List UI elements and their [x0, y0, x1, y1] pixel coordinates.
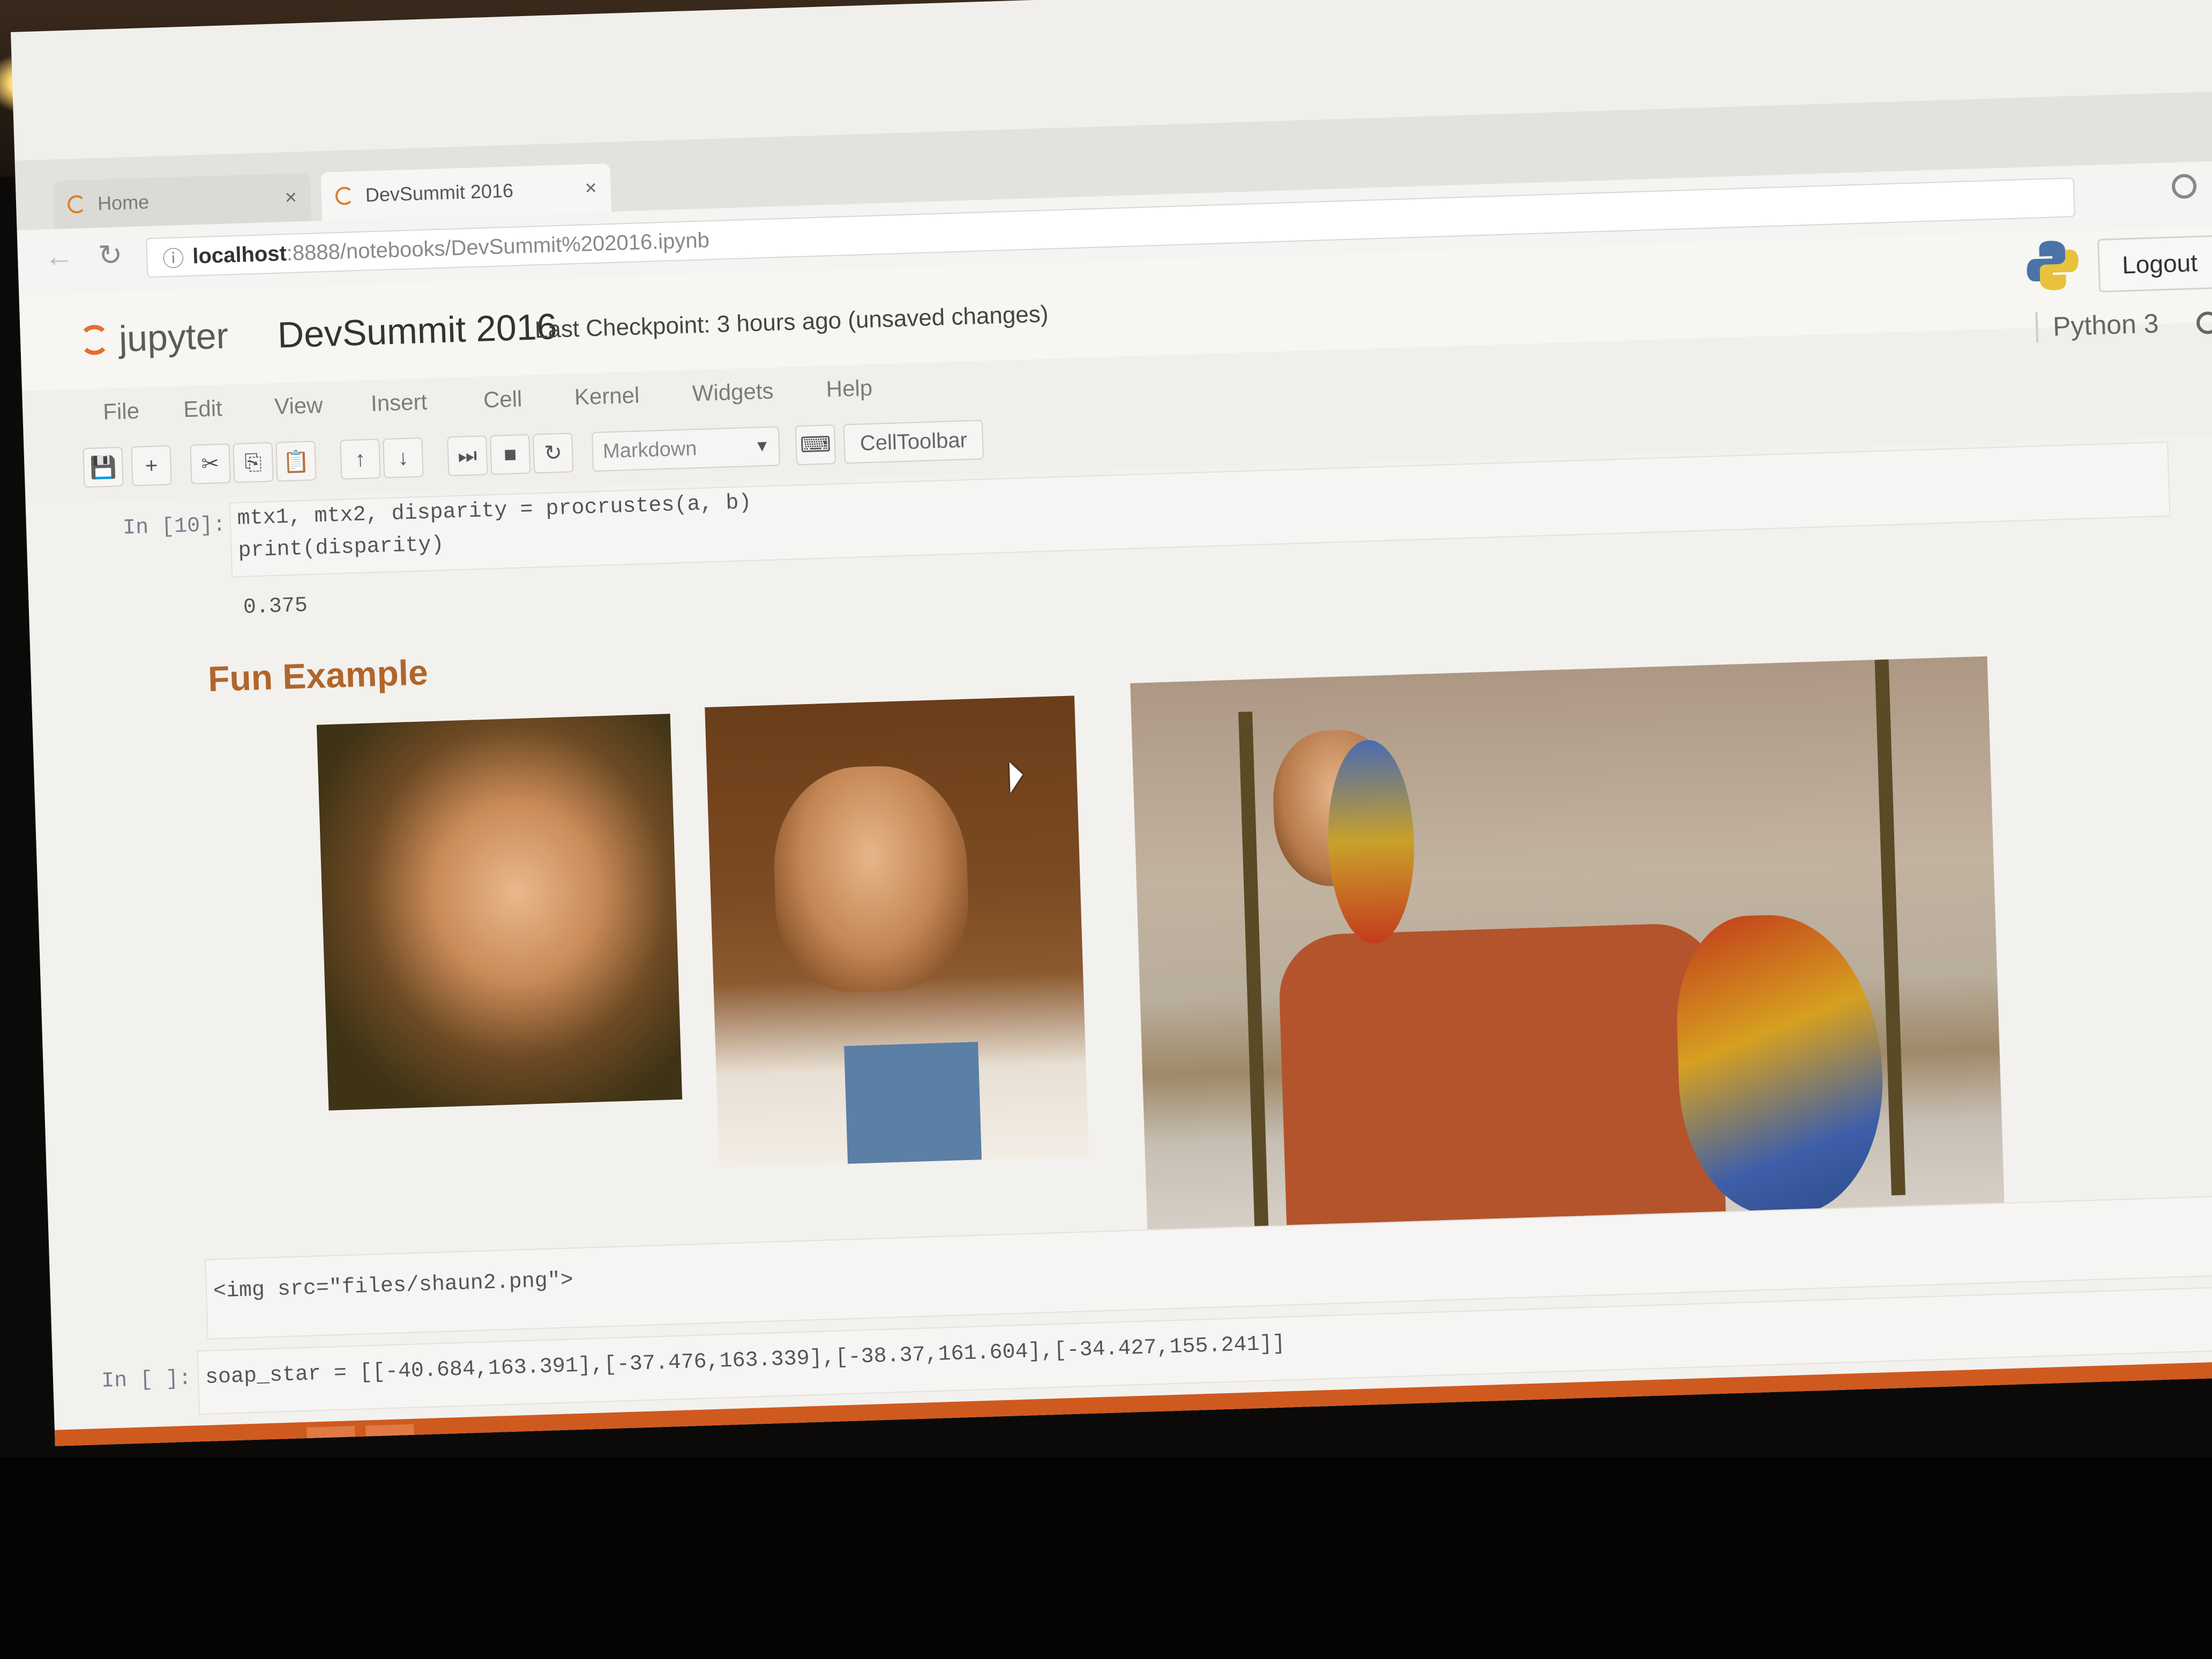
parrot-arm — [1673, 911, 1887, 1219]
restart-icon[interactable]: ↻ — [533, 432, 574, 474]
person-torso — [1277, 922, 1727, 1258]
celltoolbar-button[interactable]: CellToolbar — [843, 420, 984, 464]
info-icon: ⓘ — [162, 247, 185, 272]
notifications-icon[interactable]: ▤ — [2160, 1377, 2186, 1409]
menu-insert[interactable]: Insert — [370, 389, 428, 416]
network-icon[interactable]: ⊡ — [2026, 1381, 2050, 1413]
chevron-up-icon[interactable]: ^ — [1892, 1386, 1905, 1417]
cell-type-value: Markdown — [602, 437, 697, 463]
python-logo-icon — [2027, 241, 2079, 290]
kernel-status-icon — [2196, 311, 2212, 335]
keyboard-icon[interactable]: ⌨ — [795, 424, 836, 466]
portrait-photo-2 — [705, 696, 1089, 1168]
tab-devsummit-label: DevSummit 2016 — [365, 179, 514, 206]
jupyter-logo[interactable]: jupyter — [79, 315, 229, 362]
move-down-icon[interactable]: ↓ — [383, 437, 424, 479]
cell-1-prompt: In [10]: — [122, 513, 226, 541]
url-path: :8888/notebooks/DevSummit%202016.ipynb — [286, 228, 710, 265]
jupyter-favicon-icon — [67, 195, 86, 214]
close-icon[interactable]: × — [585, 176, 597, 200]
battery-icon[interactable]: ▭ — [1956, 1384, 1983, 1415]
cell-type-select[interactable]: Markdown ▼ — [591, 426, 781, 472]
room-floor — [0, 1458, 2212, 1659]
menu-help[interactable]: Help — [826, 375, 873, 402]
zoom-icon[interactable] — [2171, 174, 2197, 199]
menu-file[interactable]: File — [103, 398, 140, 425]
close-icon[interactable]: × — [285, 186, 297, 210]
menu-edit[interactable]: Edit — [183, 395, 223, 422]
run-icon[interactable]: ⏭ — [447, 435, 488, 476]
parrot-shoulder — [1325, 738, 1417, 945]
jupyter-logo-icon — [79, 324, 110, 356]
jupyter-logo-text: jupyter — [118, 315, 229, 360]
menu-view[interactable]: View — [274, 392, 323, 420]
palm-trunk — [1238, 711, 1269, 1237]
stop-icon[interactable]: ■ — [490, 434, 531, 475]
tab-home-label: Home — [97, 191, 150, 215]
insert-cell-icon[interactable]: + — [131, 445, 172, 487]
menu-cell[interactable]: Cell — [483, 386, 522, 413]
copy-icon[interactable]: ⎘ — [233, 442, 274, 483]
parrot-beach-photo — [1130, 656, 2006, 1262]
notebook-body: In [10]: mtx1, mtx2, disparity = procrus… — [25, 434, 2212, 1446]
reload-icon[interactable]: ↻ — [98, 238, 123, 272]
markdown-heading: Fun Example — [207, 652, 429, 699]
portrait-photo-1 — [316, 713, 683, 1111]
logout-button[interactable]: Logout — [2097, 235, 2212, 293]
url-host: localhost — [192, 241, 287, 268]
chrome-app-icon[interactable]: ◉ — [365, 1424, 415, 1446]
store-icon[interactable]: ⊞ — [253, 1434, 288, 1446]
projection-screen: Home × DevSummit 2016 × ← ↻ ⓘ localhost:… — [11, 0, 2212, 1446]
mouse-cursor-icon — [1009, 761, 1023, 794]
menu-widgets[interactable]: Widgets — [692, 378, 774, 407]
notebook-name[interactable]: DevSummit 2016 — [277, 305, 558, 356]
cell-3-prompt: In [ ]: — [101, 1366, 192, 1394]
cut-icon[interactable]: ✂ — [190, 443, 231, 484]
paste-icon[interactable]: 📋 — [275, 440, 317, 482]
edge-browser-icon[interactable]: e — [136, 1438, 171, 1446]
jupyter-favicon-icon — [335, 186, 354, 206]
back-arrow-icon[interactable]: ← — [44, 240, 74, 274]
volume-icon[interactable]: ◁) — [2090, 1379, 2121, 1411]
tab-home[interactable]: Home × — [53, 173, 312, 229]
save-icon[interactable]: 💾 — [83, 446, 124, 488]
move-up-icon[interactable]: ↑ — [340, 438, 381, 480]
tab-devsummit[interactable]: DevSummit 2016 × — [320, 163, 612, 221]
file-explorer-icon[interactable]: ▤ — [195, 1437, 230, 1446]
cell-1-output: 0.375 — [243, 594, 308, 620]
terminal-app-icon[interactable]: ▭ — [307, 1426, 356, 1446]
face-shape — [771, 763, 971, 995]
menu-kernel[interactable]: Kernel — [574, 382, 640, 410]
chevron-down-icon: ▼ — [753, 437, 771, 455]
checkpoint-status: Last Checkpoint: 3 hours ago (unsaved ch… — [534, 301, 1049, 343]
shirt-shape — [844, 1042, 982, 1164]
task-view-icon[interactable]: ❐ — [77, 1440, 112, 1446]
